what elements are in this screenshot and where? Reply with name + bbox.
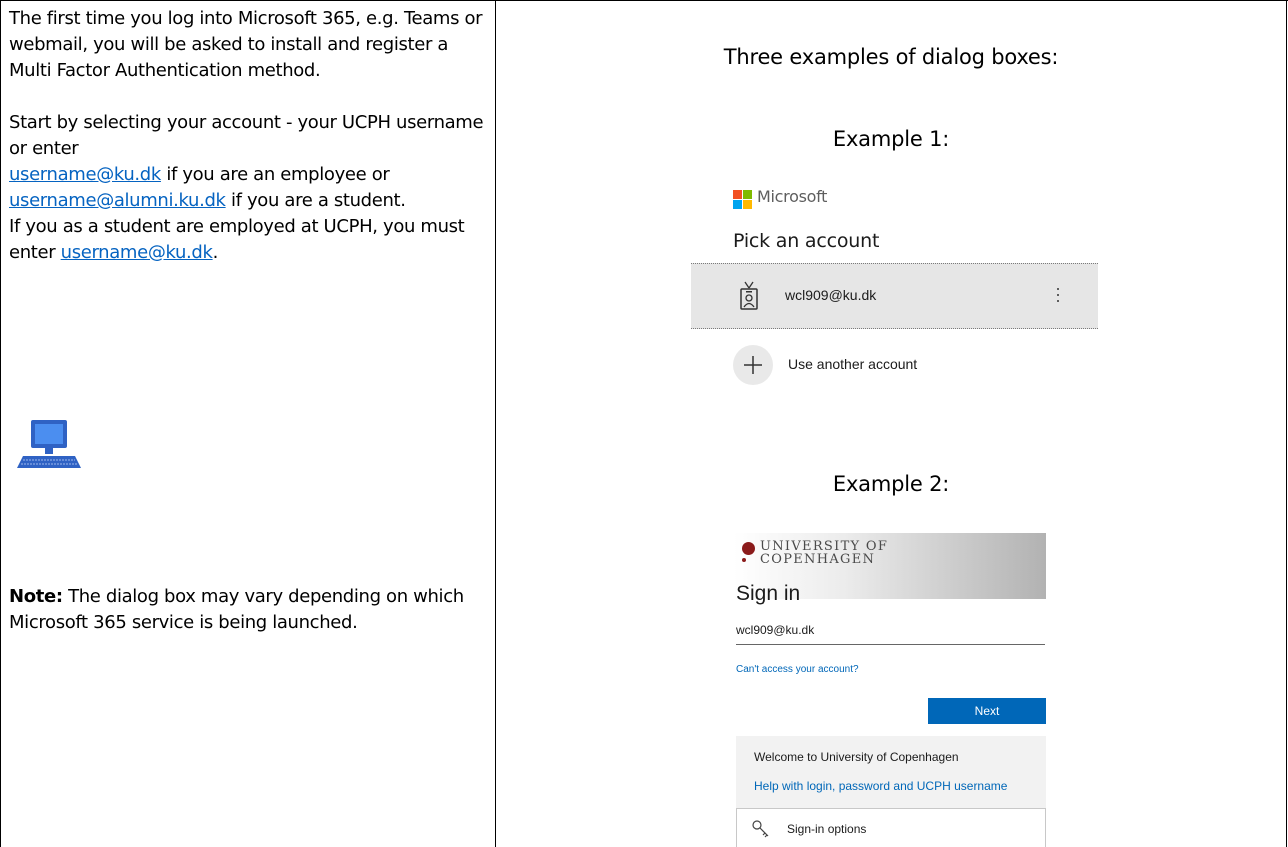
account-instructions: Start by selecting your account - your U… (9, 110, 487, 214)
signin-dialog: UNIVERSITY OF COPENHAGEN Sign in wcl909@… (734, 533, 1046, 847)
university-name-line2: COPENHAGEN (760, 552, 876, 567)
employed-email-link[interactable]: username@ku.dk (61, 242, 213, 263)
table-right-border (1286, 0, 1287, 847)
example2-label: Example 2: (832, 472, 950, 496)
account-tile[interactable]: wcl909@ku.dk (691, 263, 1098, 329)
next-button[interactable]: Next (928, 698, 1046, 724)
id-badge-icon (740, 281, 758, 310)
more-options-icon[interactable] (1055, 284, 1061, 306)
employed-end: . (212, 242, 219, 263)
note-label: Note: (9, 586, 63, 607)
microsoft-logo-icon (733, 190, 753, 210)
pick-account-title: Pick an account (733, 230, 880, 252)
note-paragraph: Note: The dialog box may vary depending … (9, 584, 487, 636)
instructions-column: The first time you log into Microsoft 36… (9, 6, 487, 266)
student-text: if you are a student. (225, 190, 406, 211)
use-another-account-button[interactable]: Use another account (733, 345, 1033, 385)
plus-icon (733, 345, 773, 385)
examples-heading: Three examples of dialog boxes: (723, 45, 1059, 69)
cant-access-link[interactable]: Can't access your account? (736, 664, 859, 675)
student-email-link[interactable]: username@alumni.ku.dk (9, 190, 226, 211)
welcome-text: Welcome to University of Copenhagen (754, 750, 959, 764)
email-field[interactable]: wcl909@ku.dk (736, 620, 1045, 645)
key-icon (752, 820, 769, 838)
university-logo-dot (742, 558, 746, 562)
signin-options-label: Sign-in options (787, 822, 867, 836)
note-text: The dialog box may vary depending on whi… (9, 586, 464, 633)
intro-paragraph: The first time you log into Microsoft 36… (9, 8, 483, 81)
use-another-account-label: Use another account (788, 356, 918, 372)
help-login-link[interactable]: Help with login, password and UCPH usern… (754, 779, 1007, 793)
employee-email-link[interactable]: username@ku.dk (9, 164, 161, 185)
signin-title: Sign in (736, 582, 801, 605)
welcome-panel: Welcome to University of Copenhagen Help… (736, 736, 1046, 808)
employed-student-instructions: If you as a student are employed at UCPH… (9, 214, 487, 266)
university-logo-icon (742, 542, 755, 555)
desktop-computer-icon (17, 420, 81, 468)
account-email: wcl909@ku.dk (785, 287, 877, 303)
signin-options-button[interactable]: Sign-in options (736, 808, 1046, 847)
microsoft-brand: Microsoft (757, 187, 828, 206)
employee-text: if you are an employee or (160, 164, 390, 185)
example1-label: Example 1: (832, 127, 950, 151)
account-instructions-start: Start by selecting your account - your U… (9, 112, 484, 159)
